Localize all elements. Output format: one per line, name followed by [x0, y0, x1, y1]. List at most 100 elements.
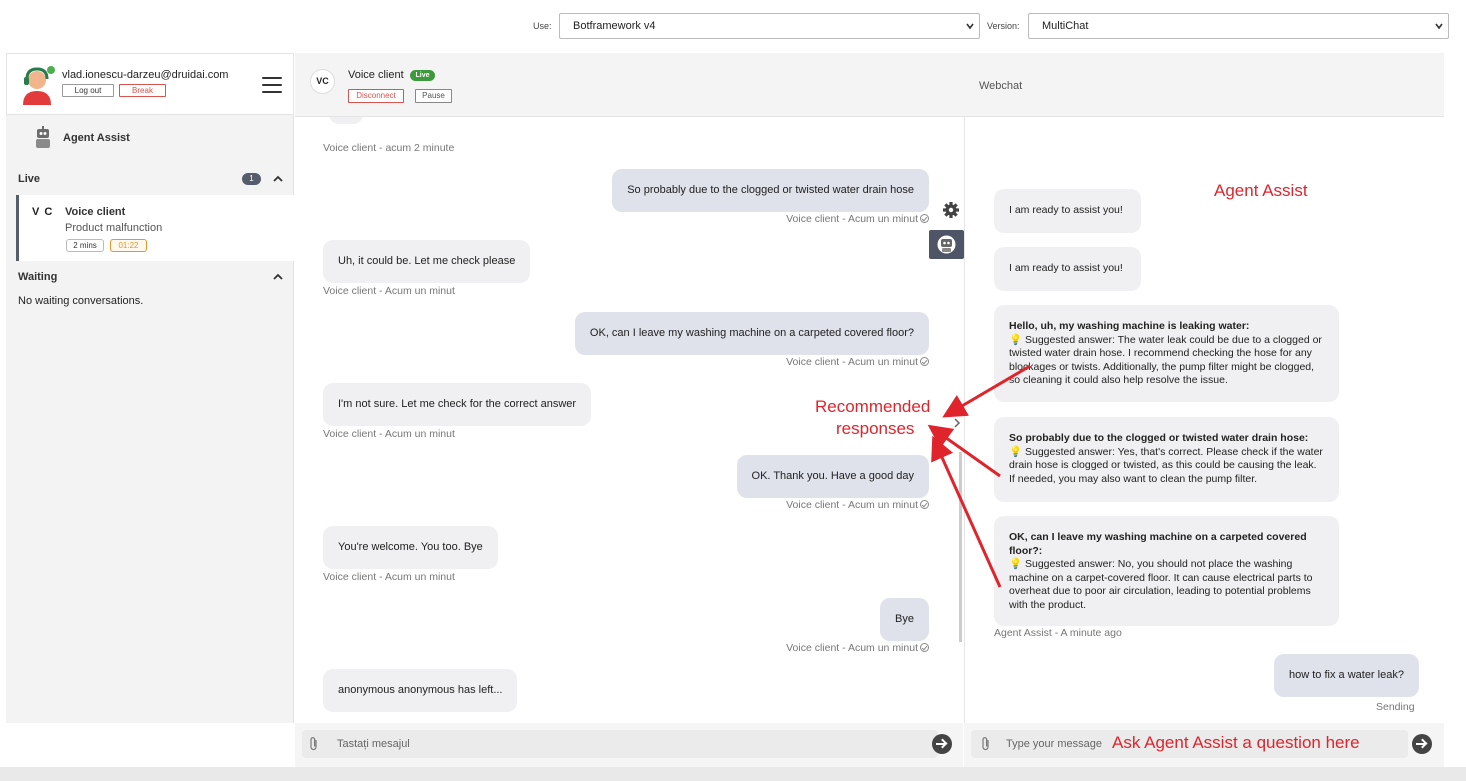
conversation-initials: V C [32, 206, 54, 218]
message-meta: Voice client - Acum un minut [786, 642, 929, 654]
duration-pill: 2 mins [66, 239, 104, 252]
robot-icon [36, 126, 50, 148]
delivered-check-icon [920, 643, 929, 652]
chevron-down-icon [1435, 23, 1443, 30]
paperclip-icon[interactable] [309, 736, 319, 751]
suggestion-answer: Suggested answer: No, you should not pla… [1009, 558, 1313, 611]
message-meta: Voice client - Acum un minut [323, 285, 455, 297]
annotation-recommended-line2: responses [836, 419, 915, 438]
message-bubble: OK. Thank you. Have a good day [736, 455, 929, 498]
sidebar-item-agent-assist[interactable]: Agent Assist [6, 117, 294, 161]
assist-ready-bubble: I am ready to assist you! [994, 189, 1141, 233]
message-bubble [329, 117, 363, 124]
paperclip-icon[interactable] [981, 736, 991, 751]
waiting-label: Waiting [18, 271, 58, 283]
waiting-section-header[interactable]: Waiting [6, 262, 294, 292]
lightbulb-icon: 💡 [1009, 333, 1023, 346]
suggestion-question: So probably due to the clogged or twiste… [1009, 432, 1309, 444]
gear-icon[interactable] [940, 198, 962, 222]
chevron-down-icon [966, 23, 974, 30]
message-bubble: I'm not sure. Let me check for the corre… [323, 383, 592, 426]
send-icon[interactable] [932, 734, 952, 754]
no-waiting-text: No waiting conversations. [18, 295, 144, 307]
suggestion-question: Hello, uh, my washing machine is leaking… [1009, 320, 1250, 332]
top-bar: Use: Botframework v4 Version: MultiChat [0, 0, 1466, 52]
bottom-edge [0, 767, 1466, 781]
message-bubble: Bye [880, 598, 929, 641]
agent-assist-label: Agent Assist [63, 132, 130, 144]
message-bubble: Uh, it could be. Let me check please [323, 240, 531, 283]
disconnect-button[interactable]: Disconnect [348, 89, 404, 103]
suggestion-card[interactable]: Hello, uh, my washing machine is leaking… [994, 305, 1339, 402]
use-select-value: Botframework v4 [573, 20, 656, 32]
live-badge: Live [410, 70, 435, 81]
message-meta: Voice client - Acum un minut [323, 571, 455, 583]
chevron-up-icon[interactable] [273, 273, 283, 280]
message-meta-text: Voice client - Acum un minut [786, 642, 918, 654]
message-meta-text: Voice client - Acum un minut [786, 356, 918, 368]
lightbulb-icon: 💡 [1009, 445, 1023, 458]
agent-assist-toggle-button[interactable] [929, 230, 964, 259]
version-select-value: MultiChat [1042, 20, 1089, 32]
chevron-right-icon[interactable] [952, 418, 962, 428]
agent-assist-pane[interactable]: I am ready to assist you! I am ready to … [964, 117, 1444, 723]
conversation-title: Voice client [65, 206, 126, 218]
assist-meta: Agent Assist - A minute ago [994, 627, 1122, 639]
sidebar: vlad.ionescu-darzeu@druidai.com Log out … [6, 53, 294, 723]
client-title: Voice client [348, 69, 404, 81]
sending-status: Sending [1376, 701, 1415, 713]
message-meta: Voice client - Acum un minut [786, 213, 929, 225]
break-button[interactable]: Break [119, 84, 166, 97]
live-count-badge: 1 [242, 173, 261, 185]
message-bubble: So probably due to the clogged or twiste… [612, 169, 929, 212]
message-meta: Voice client - Acum un minut [786, 499, 929, 511]
timer-pill: 01:22 [110, 239, 147, 252]
annotation-recommended-line1: Recommended [815, 397, 931, 416]
message-meta: Voice client - Acum un minut [323, 428, 455, 440]
lightbulb-icon: 💡 [1009, 558, 1023, 570]
chat-header: VC Voice client Live Disconnect Pause We… [295, 53, 1444, 117]
chevron-up-icon[interactable] [273, 175, 283, 182]
delivered-check-icon [920, 357, 929, 366]
suggestion-question: OK, can I leave my washing machine on a … [1009, 531, 1307, 557]
user-question-bubble: how to fix a water leak? [1274, 654, 1419, 697]
message-bubble: You're welcome. You too. Bye [323, 526, 498, 569]
message-bubble: anonymous anonymous has left... [323, 669, 518, 712]
suggestion-answer: Suggested answer: Yes, that's correct. P… [1009, 445, 1323, 485]
version-label: Version: [987, 21, 1020, 31]
agent-card: vlad.ionescu-darzeu@druidai.com Log out … [6, 53, 294, 115]
live-label: Live [18, 173, 41, 185]
use-label: Use: [533, 21, 552, 31]
delivered-check-icon [920, 214, 929, 223]
agent-email: vlad.ionescu-darzeu@druidai.com [62, 69, 229, 81]
assist-input-placeholder: Type your message [1006, 738, 1102, 750]
suggestion-card[interactable]: OK, can I leave my washing machine on a … [994, 516, 1339, 626]
webchat-title: Webchat [979, 80, 1023, 92]
delivered-check-icon [920, 500, 929, 509]
use-select[interactable]: Botframework v4 [559, 13, 980, 39]
pause-button[interactable]: Pause [415, 89, 452, 103]
live-section-header[interactable]: Live 1 [6, 164, 294, 194]
robot-icon [937, 235, 956, 254]
send-icon[interactable] [1412, 734, 1432, 754]
suggestion-answer: Suggested answer: The water leak could b… [1009, 333, 1322, 387]
message-meta: Voice client - Acum un minut [786, 356, 929, 368]
client-avatar: VC [310, 69, 335, 94]
hamburger-menu-icon[interactable] [262, 77, 282, 93]
logout-button[interactable]: Log out [62, 84, 114, 97]
assist-ready-bubble: I am ready to assist you! [994, 247, 1141, 291]
app-root: Use: Botframework v4 Version: MultiChat … [0, 0, 1466, 781]
version-select[interactable]: MultiChat [1028, 13, 1449, 39]
suggestion-card[interactable]: So probably due to the clogged or twiste… [994, 417, 1339, 502]
chat-composer: Tastați mesajul [295, 723, 963, 767]
chat-scrollbar[interactable] [959, 452, 962, 642]
chat-message-input[interactable]: Tastați mesajul [302, 730, 938, 758]
annotation-agent-assist: Agent Assist [1214, 181, 1308, 200]
message-bubble: OK, can I leave my washing machine on a … [574, 312, 929, 355]
annotation-ask: Ask Agent Assist a question here [1112, 733, 1360, 752]
message-meta-text: Voice client - Acum un minut [786, 499, 918, 511]
agent-avatar-icon [23, 66, 55, 105]
live-conversation-card[interactable]: V C Voice client Product malfunction 2 m… [16, 195, 294, 261]
conversation-subtitle: Product malfunction [65, 222, 163, 234]
message-meta: Voice client - acum 2 minute [323, 142, 455, 154]
